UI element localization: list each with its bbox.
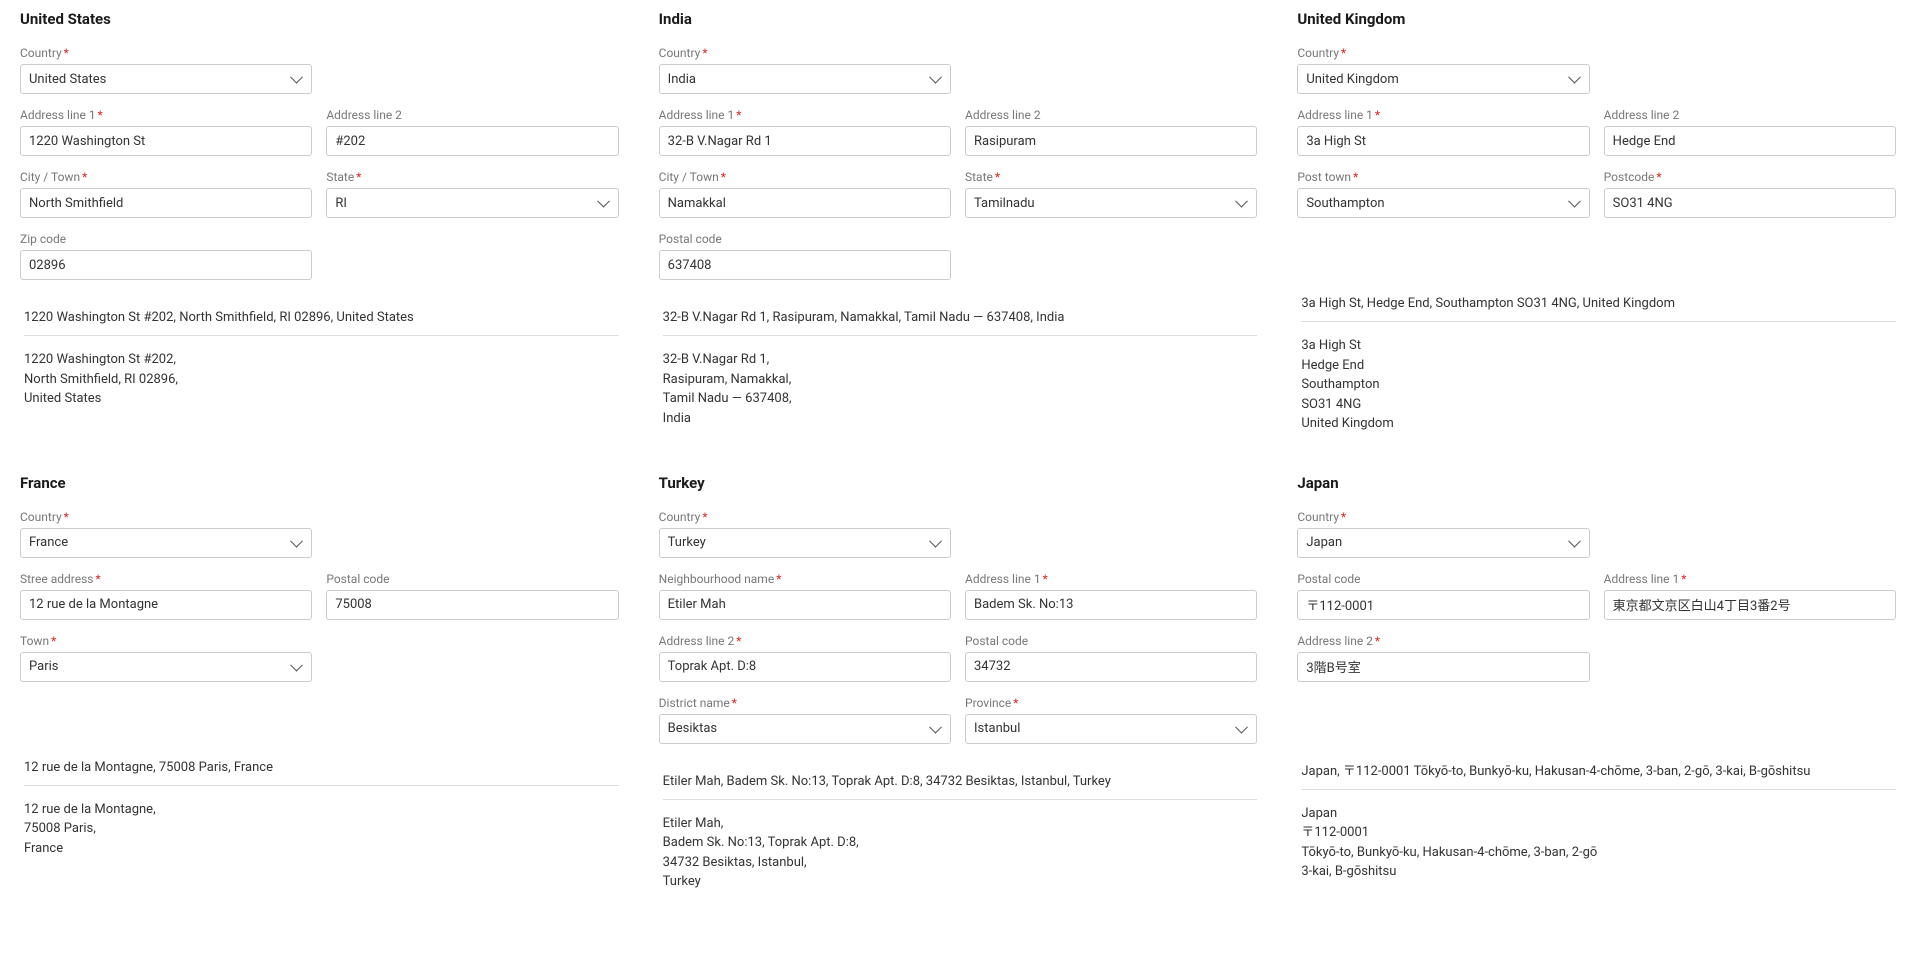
postal-label: Postal code [1297,572,1589,586]
addr2-label: Address line 2 [1604,108,1896,122]
addr2-input[interactable]: Rasipuram [965,126,1257,156]
summary-multi: 1220 Washington St #202, North Smithfiel… [24,350,619,409]
section-title: Japan [1297,474,1896,492]
neighbourhood-input[interactable]: Etiler Mah [659,590,951,620]
addr1-label: Address line 1* [1604,572,1896,586]
summary-divider [1301,321,1896,322]
addr1-input[interactable]: 東京都文京区白山4丁目3番2号 [1604,590,1896,620]
postal-input[interactable]: 34732 [965,652,1257,682]
summary-single: 1220 Washington St #202, North Smithfiel… [24,310,619,325]
addr1-label: Address line 1* [1297,108,1589,122]
summary-divider [663,335,1258,336]
summary-divider [1301,789,1896,790]
country-label: Country* [1297,510,1589,524]
addr1-label: Address line 1* [659,108,951,122]
neighbourhood-label: Neighbourhood name* [659,572,951,586]
section-us: United States Country* United States Add… [20,10,619,434]
postal-input[interactable]: 637408 [659,250,951,280]
postal-label: Postal code [326,572,618,586]
state-label: State* [326,170,618,184]
section-in: India Country* India Address line 1* 32-… [659,10,1258,434]
country-select[interactable]: Turkey [659,528,951,558]
addr2-input[interactable]: Toprak Apt. D:8 [659,652,951,682]
section-fr: France Country* France Stree address* 12… [20,474,619,892]
province-select[interactable]: Istanbul [965,714,1257,744]
section-title: France [20,474,619,492]
addr1-label: Address line 1* [965,572,1257,586]
summary-multi: Japan 〒112-0001 Tōkyō-to, Bunkyō-ku, Hak… [1301,804,1896,882]
addr2-label: Address line 2* [1297,634,1589,648]
state-select[interactable]: RI [326,188,618,218]
addr1-input[interactable]: 32-B V.Nagar Rd 1 [659,126,951,156]
addr2-label: Address line 2* [659,634,951,648]
section-uk: United Kingdom Country* United Kingdom A… [1297,10,1896,434]
summary-single: Japan, 〒112-0001 Tōkyō-to, Bunkyō-ku, Ha… [1301,760,1896,779]
zip-label: Zip code [20,232,312,246]
summary-multi: 3a High St Hedge End Southampton SO31 4N… [1301,336,1896,434]
zip-input[interactable]: 02896 [20,250,312,280]
country-select[interactable]: United States [20,64,312,94]
district-select[interactable]: Besiktas [659,714,951,744]
country-label: Country* [20,510,312,524]
summary-divider [24,335,619,336]
section-jp: Japan Country* Japan Postal code 〒112-00… [1297,474,1896,892]
postal-input[interactable]: 75008 [326,590,618,620]
addr1-input[interactable]: Badem Sk. No:13 [965,590,1257,620]
country-label: Country* [659,46,951,60]
section-title: United States [20,10,619,28]
city-label: City / Town* [20,170,312,184]
summary-multi: 12 rue de la Montagne, 75008 Paris, Fran… [24,800,619,859]
posttown-label: Post town* [1297,170,1589,184]
postcode-input[interactable]: SO31 4NG [1604,188,1896,218]
summary-single: Etiler Mah, Badem Sk. No:13, Toprak Apt.… [663,774,1258,789]
summary-divider [24,785,619,786]
country-select[interactable]: France [20,528,312,558]
street-label: Stree address* [20,572,312,586]
state-select[interactable]: Tamilnadu [965,188,1257,218]
town-label: Town* [20,634,312,648]
city-label: City / Town* [659,170,951,184]
section-title: India [659,10,1258,28]
postal-label: Postal code [965,634,1257,648]
district-label: District name* [659,696,951,710]
addr1-input[interactable]: 1220 Washington St [20,126,312,156]
posttown-select[interactable]: Southampton [1297,188,1589,218]
country-select[interactable]: Japan [1297,528,1589,558]
postcode-label: Postcode* [1604,170,1896,184]
addr2-label: Address line 2 [965,108,1257,122]
addr2-input[interactable]: 3階B号室 [1297,652,1589,682]
state-label: State* [965,170,1257,184]
province-label: Province* [965,696,1257,710]
summary-multi: Etiler Mah, Badem Sk. No:13, Toprak Apt.… [663,814,1258,892]
street-input[interactable]: 12 rue de la Montagne [20,590,312,620]
summary-multi: 32-B V.Nagar Rd 1, Rasipuram, Namakkal, … [663,350,1258,428]
section-title: United Kingdom [1297,10,1896,28]
country-label: Country* [20,46,312,60]
addr2-input[interactable]: Hedge End [1604,126,1896,156]
section-title: Turkey [659,474,1258,492]
addr2-input[interactable]: #202 [326,126,618,156]
addr1-input[interactable]: 3a High St [1297,126,1589,156]
postal-input[interactable]: 〒112-0001 [1297,590,1589,620]
summary-divider [663,799,1258,800]
city-input[interactable]: North Smithfield [20,188,312,218]
addr2-label: Address line 2 [326,108,618,122]
addr1-label: Address line 1* [20,108,312,122]
country-label: Country* [1297,46,1589,60]
country-label: Country* [659,510,951,524]
summary-single: 32-B V.Nagar Rd 1, Rasipuram, Namakkal, … [663,310,1258,325]
town-select[interactable]: Paris [20,652,312,682]
country-select[interactable]: India [659,64,951,94]
summary-single: 3a High St, Hedge End, Southampton SO31 … [1301,296,1896,311]
section-tr: Turkey Country* Turkey Neighbourhood nam… [659,474,1258,892]
postal-label: Postal code [659,232,951,246]
summary-single: 12 rue de la Montagne, 75008 Paris, Fran… [24,760,619,775]
city-input[interactable]: Namakkal [659,188,951,218]
country-select[interactable]: United Kingdom [1297,64,1589,94]
